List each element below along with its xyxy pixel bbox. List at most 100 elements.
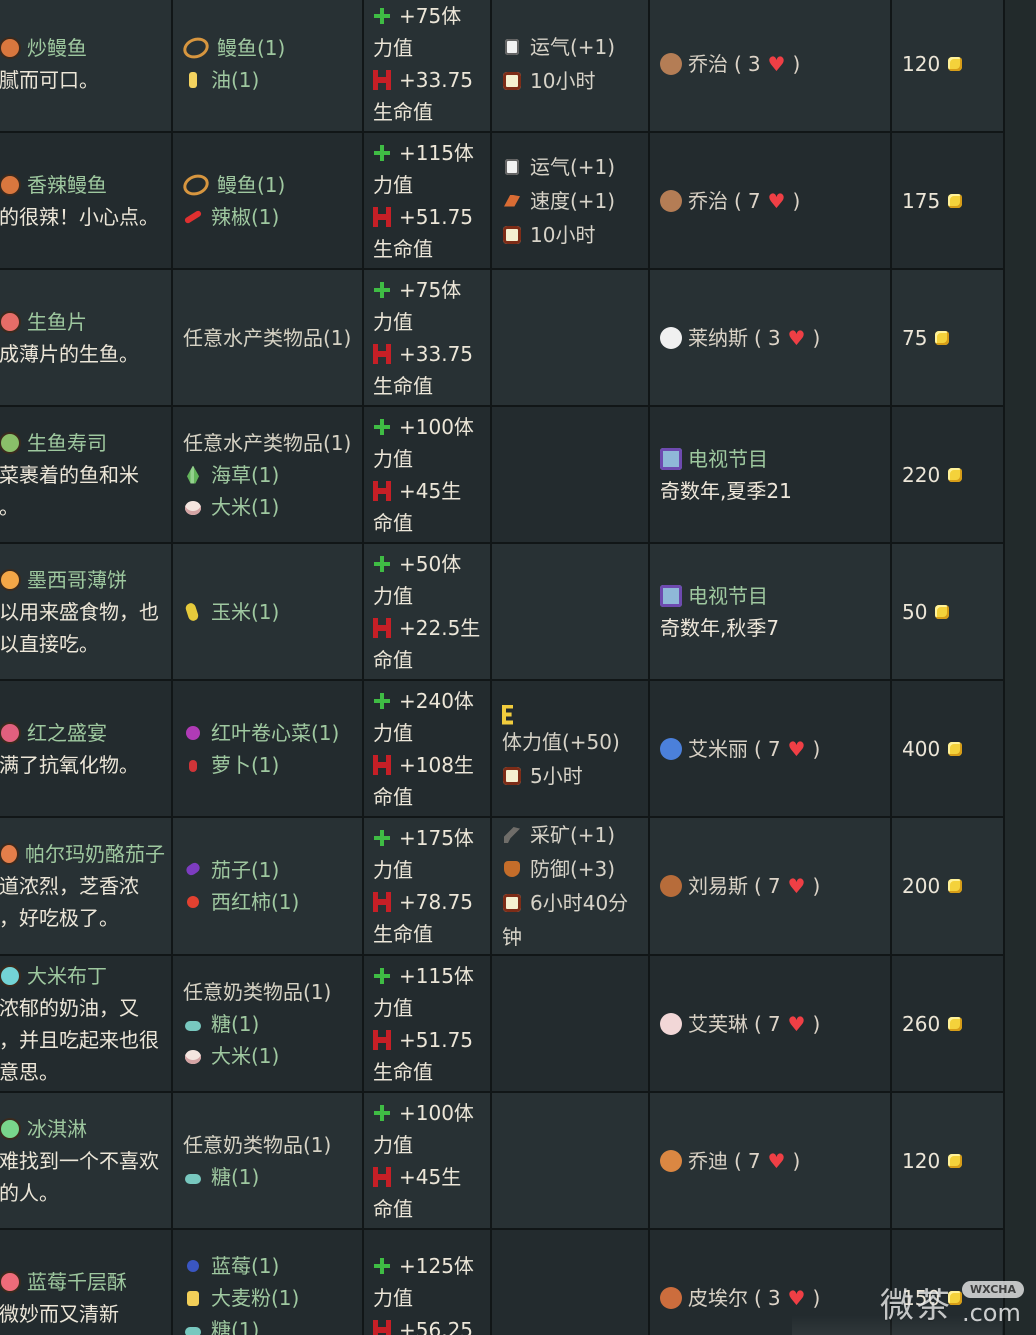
health-line: +108生 xyxy=(373,749,486,781)
ingredient-label: 蓝莓(1) xyxy=(211,1253,280,1278)
health-icon xyxy=(373,206,391,227)
dish-cell: 冰淇淋 难找到一个不喜欢 的人。 xyxy=(0,1091,173,1230)
buff-cell xyxy=(490,954,650,1093)
rice-icon xyxy=(183,497,203,517)
friendship-hearts: 7 xyxy=(747,188,761,213)
buff-label: 10小时 xyxy=(530,68,596,93)
source-cell: 电视节目 奇数年,秋季7 xyxy=(648,542,892,681)
buff-label: 采矿(+1) xyxy=(530,823,616,847)
radish-icon xyxy=(183,755,203,775)
dish-description: 微妙而又清新 xyxy=(0,1301,119,1326)
health-label: 生命值 xyxy=(373,236,433,261)
buff-cell xyxy=(490,542,650,681)
ingredient-label: 辣椒(1) xyxy=(211,204,280,229)
buff-item: 速度(+1) xyxy=(502,184,644,218)
health-icon xyxy=(373,1166,391,1187)
recipe-table: 炒鳗鱼 腻而可口。 鳗鱼(1) 油(1) +75体 力值 +33.75 生命值 运气(+1) 10… xyxy=(0,0,1005,1335)
friendship-hearts: 7 xyxy=(767,736,781,761)
dish-name-line: 蓝莓千层酥 xyxy=(0,1266,165,1298)
source-cell: 莱纳斯 (3 ♥) xyxy=(648,268,892,407)
ingredient-label: 萝卜(1) xyxy=(211,752,280,777)
price-cell: 175 xyxy=(890,131,1005,270)
luck-icon xyxy=(502,37,522,57)
source-name: 刘易斯 xyxy=(688,874,748,898)
source-name: 莱纳斯 xyxy=(688,325,748,350)
price-line: 260 xyxy=(902,1008,1002,1040)
buff-cell: 采矿(+1) 防御(+3) 6小时40分钟 xyxy=(490,816,650,956)
buff-item: 5小时 xyxy=(502,759,644,793)
price-cell: 75 xyxy=(890,268,1005,407)
energy-line: +240体 xyxy=(373,685,486,717)
health-value: +45生 xyxy=(399,478,462,503)
dish-cell: 炒鳗鱼 腻而可口。 xyxy=(0,0,173,133)
villager-icon xyxy=(660,326,682,349)
health-line: +51.75 xyxy=(373,201,486,233)
sugar-icon xyxy=(183,1014,203,1034)
buff-cell xyxy=(490,405,650,544)
source-cell: 艾芙琳 (7 ♥) xyxy=(648,954,892,1093)
dish-name: 生鱼寿司 xyxy=(27,430,107,455)
ingredient-label: 鳗鱼(1) xyxy=(217,35,286,60)
health-label: 命值 xyxy=(373,784,413,809)
price-cell: 120 xyxy=(890,1091,1005,1230)
energy-cell: +115体 力值 +51.75 生命值 xyxy=(362,131,492,270)
health-value: +22.5生 xyxy=(399,615,481,640)
health-line: +33.75 xyxy=(373,64,486,96)
buff-item: 运气(+1) xyxy=(502,30,644,64)
heart-icon: ♥ xyxy=(787,1285,806,1310)
health-value: +33.75 xyxy=(399,341,474,366)
health-icon xyxy=(373,617,391,638)
health-line: +51.75 xyxy=(373,1024,486,1056)
source-line: 艾芙琳 (7 ♥) xyxy=(660,1008,882,1040)
source-cell: 艾米丽 (7 ♥) xyxy=(648,679,892,818)
health-label: 生命值 xyxy=(373,922,433,946)
price-cell: 50 xyxy=(890,542,1005,681)
energy-icon xyxy=(373,418,391,436)
corn-icon xyxy=(183,602,203,622)
price-value: 175 xyxy=(902,188,941,213)
luck-icon xyxy=(502,157,522,177)
energy-cell: +75体 力值 +33.75 生命值 xyxy=(362,0,492,133)
dish-name-line: 生鱼寿司 xyxy=(0,427,165,459)
ingredient-label: 海草(1) xyxy=(211,462,280,487)
health-icon xyxy=(373,480,391,501)
ingredient-item: 红叶卷心菜(1) xyxy=(183,717,361,749)
source-line: 电视节目 xyxy=(660,580,882,612)
ingredient-item: 鳗鱼(1) xyxy=(180,169,361,201)
energy-cell: +50体 力值 +22.5生 命值 xyxy=(362,542,492,681)
source-line: 皮埃尔 (3 ♥) xyxy=(660,1282,882,1314)
dish-description: 满了抗氧化物。 xyxy=(0,752,139,777)
energy-value: +240体 xyxy=(399,688,474,713)
energy-icon xyxy=(373,829,391,847)
ingredient-item: 糖(1) xyxy=(183,1161,361,1193)
recipe-row: 生鱼片 成薄片的生鱼。 任意水产类物品(1) +75体 力值 +33.75 生命值 莱纳斯 (… xyxy=(0,268,1005,407)
price-value: 50 xyxy=(902,599,928,624)
villager-icon xyxy=(660,1286,682,1309)
ingredients-cell: 任意奶类物品(1) 糖(1) 大米(1) xyxy=(171,954,364,1093)
price-line: 400 xyxy=(902,733,1002,765)
price-line: 200 xyxy=(902,870,1002,902)
ingredient-label: 任意奶类物品(1) xyxy=(183,1132,332,1157)
health-line: +78.75 xyxy=(373,886,486,918)
clock-icon xyxy=(502,225,522,245)
health-value: +56.25 xyxy=(399,1317,474,1335)
price-line: 75 xyxy=(902,322,1002,354)
source-line: 乔治 (3 ♥) xyxy=(660,48,882,80)
source-name: 乔治 xyxy=(688,51,728,76)
price-line: 50 xyxy=(902,596,1002,628)
dish-name-line: 帕尔玛奶酪茄子 xyxy=(0,838,165,870)
heart-icon: ♥ xyxy=(787,736,806,761)
ingredients-cell: 茄子(1) 西红柿(1) xyxy=(171,816,364,956)
source-line: 电视节目 xyxy=(660,443,882,475)
mining-icon xyxy=(502,825,522,845)
ingredients-cell: 鳗鱼(1) 辣椒(1) xyxy=(171,131,364,270)
dish-icon xyxy=(0,310,21,333)
recipe-row: 大米布丁 浓郁的奶油，又 ，并且吃起来也很 意思。 任意奶类物品(1) 糖(1) 大米(… xyxy=(0,954,1005,1093)
energy-label: 力值 xyxy=(373,1132,413,1157)
villager-icon xyxy=(660,737,682,760)
buff-cell: 体力值(+50) 5小时 xyxy=(490,679,650,818)
buff-item: 采矿(+1) xyxy=(502,819,644,852)
source-name: 乔治 xyxy=(688,188,728,213)
energy-line: +75体 xyxy=(373,0,486,32)
ingredient-item: 大米(1) xyxy=(183,1040,361,1072)
